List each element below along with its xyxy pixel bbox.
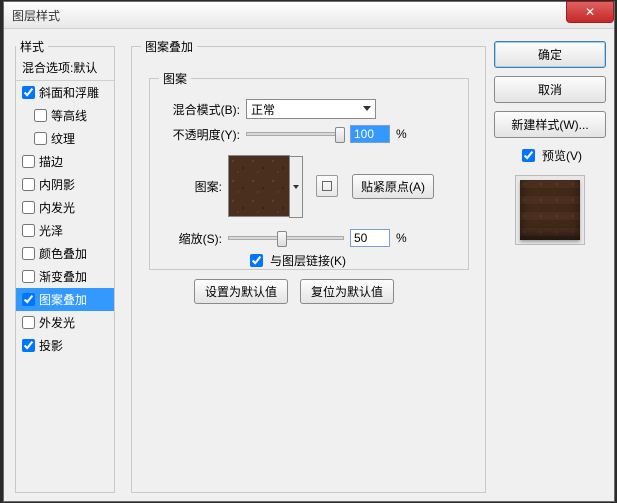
- blend-mode-label: 混合模式(B):: [162, 101, 240, 118]
- style-item-checkbox[interactable]: [34, 109, 47, 122]
- pattern-label: 图案:: [162, 178, 222, 195]
- style-item-checkbox[interactable]: [22, 339, 35, 352]
- new-preset-icon: [322, 181, 332, 191]
- pattern-dropdown-button[interactable]: [289, 156, 303, 218]
- style-item[interactable]: 纹理: [16, 127, 114, 150]
- window-title: 图层样式: [12, 7, 60, 24]
- style-item-checkbox[interactable]: [22, 270, 35, 283]
- style-item-label: 投影: [39, 337, 63, 354]
- style-item-checkbox[interactable]: [22, 224, 35, 237]
- style-item[interactable]: 光泽: [16, 219, 114, 242]
- style-item-label: 内发光: [39, 199, 75, 216]
- style-item[interactable]: 内发光: [16, 196, 114, 219]
- style-item[interactable]: 等高线: [16, 104, 114, 127]
- close-button[interactable]: ✕: [566, 1, 614, 23]
- style-item-label: 斜面和浮雕: [39, 84, 99, 101]
- right-button-panel: 确定 取消 新建样式(W)... 预览(V): [494, 41, 606, 245]
- pattern-subgroup-title: 图案: [159, 70, 191, 87]
- opacity-slider[interactable]: [246, 132, 344, 136]
- dialog-body: 样式 混合选项:默认斜面和浮雕等高线纹理描边内阴影内发光光泽颜色叠加渐变叠加图案…: [4, 29, 614, 501]
- ok-button[interactable]: 确定: [494, 41, 606, 68]
- style-item[interactable]: 图案叠加: [16, 288, 114, 311]
- style-item[interactable]: 外发光: [16, 311, 114, 334]
- chevron-down-icon: [293, 185, 299, 189]
- style-item-checkbox[interactable]: [22, 155, 35, 168]
- scale-unit: %: [396, 231, 407, 245]
- blend-mode-combo[interactable]: 正常: [246, 99, 376, 119]
- new-style-button[interactable]: 新建样式(W)...: [494, 111, 606, 138]
- link-with-layer-checkbox[interactable]: [250, 254, 263, 267]
- style-item-label: 外发光: [39, 314, 75, 331]
- style-item-checkbox[interactable]: [34, 132, 47, 145]
- style-item-label: 等高线: [51, 107, 87, 124]
- close-icon: ✕: [585, 5, 595, 19]
- snap-origin-button[interactable]: 贴紧原点(A): [352, 174, 434, 199]
- style-item[interactable]: 颜色叠加: [16, 242, 114, 265]
- preview-label: 预览(V): [542, 147, 582, 164]
- style-item[interactable]: 投影: [16, 334, 114, 357]
- styles-header: 样式: [16, 38, 48, 55]
- preview-checkbox[interactable]: [522, 149, 535, 162]
- reset-default-button[interactable]: 复位为默认值: [300, 279, 394, 304]
- center-title: 图案叠加: [141, 38, 197, 55]
- style-item-checkbox[interactable]: [22, 178, 35, 191]
- new-pattern-button[interactable]: [316, 175, 338, 197]
- style-item-label: 内阴影: [39, 176, 75, 193]
- style-item-checkbox[interactable]: [22, 201, 35, 214]
- style-item[interactable]: 描边: [16, 150, 114, 173]
- pattern-overlay-panel: 图案叠加 图案 混合模式(B): 正常 不透明度(Y):: [131, 38, 486, 493]
- preview-box: [515, 175, 585, 245]
- chevron-down-icon: [363, 106, 371, 111]
- opacity-field[interactable]: 100: [350, 125, 390, 143]
- pattern-picker[interactable]: [228, 155, 290, 217]
- style-item[interactable]: 渐变叠加: [16, 265, 114, 288]
- cancel-button[interactable]: 取消: [494, 76, 606, 103]
- style-item-label: 图案叠加: [39, 291, 87, 308]
- opacity-unit: %: [396, 127, 407, 141]
- link-with-layer-label: 与图层链接(K): [270, 252, 346, 269]
- style-item-checkbox[interactable]: [22, 247, 35, 260]
- style-item-label: 渐变叠加: [39, 268, 87, 285]
- style-item-checkbox[interactable]: [22, 316, 35, 329]
- style-item-label: 颜色叠加: [39, 245, 87, 262]
- layer-style-dialog: 图层样式 ✕ 样式 混合选项:默认斜面和浮雕等高线纹理描边内阴影内发光光泽颜色叠…: [3, 1, 615, 502]
- slider-thumb[interactable]: [335, 127, 345, 143]
- opacity-label: 不透明度(Y):: [162, 126, 240, 143]
- style-item-label: 描边: [39, 153, 63, 170]
- set-default-button[interactable]: 设置为默认值: [194, 279, 288, 304]
- preview-swatch: [520, 180, 580, 240]
- scale-field[interactable]: 50: [350, 229, 390, 247]
- pattern-subgroup: 图案 混合模式(B): 正常 不透明度(Y): 100 %: [149, 70, 469, 270]
- scale-slider[interactable]: [228, 236, 344, 240]
- styles-list-panel: 样式 混合选项:默认斜面和浮雕等高线纹理描边内阴影内发光光泽颜色叠加渐变叠加图案…: [15, 38, 115, 493]
- scale-label: 缩放(S):: [162, 230, 222, 247]
- style-item-label: 纹理: [51, 130, 75, 147]
- style-item-checkbox[interactable]: [22, 86, 35, 99]
- style-item[interactable]: 内阴影: [16, 173, 114, 196]
- blend-mode-value: 正常: [251, 101, 275, 118]
- slider-thumb[interactable]: [277, 231, 287, 247]
- style-item-checkbox[interactable]: [22, 293, 35, 306]
- blend-options-header[interactable]: 混合选项:默认: [16, 55, 114, 81]
- style-item[interactable]: 斜面和浮雕: [16, 81, 114, 104]
- style-item-label: 光泽: [39, 222, 63, 239]
- titlebar[interactable]: 图层样式 ✕: [4, 2, 614, 29]
